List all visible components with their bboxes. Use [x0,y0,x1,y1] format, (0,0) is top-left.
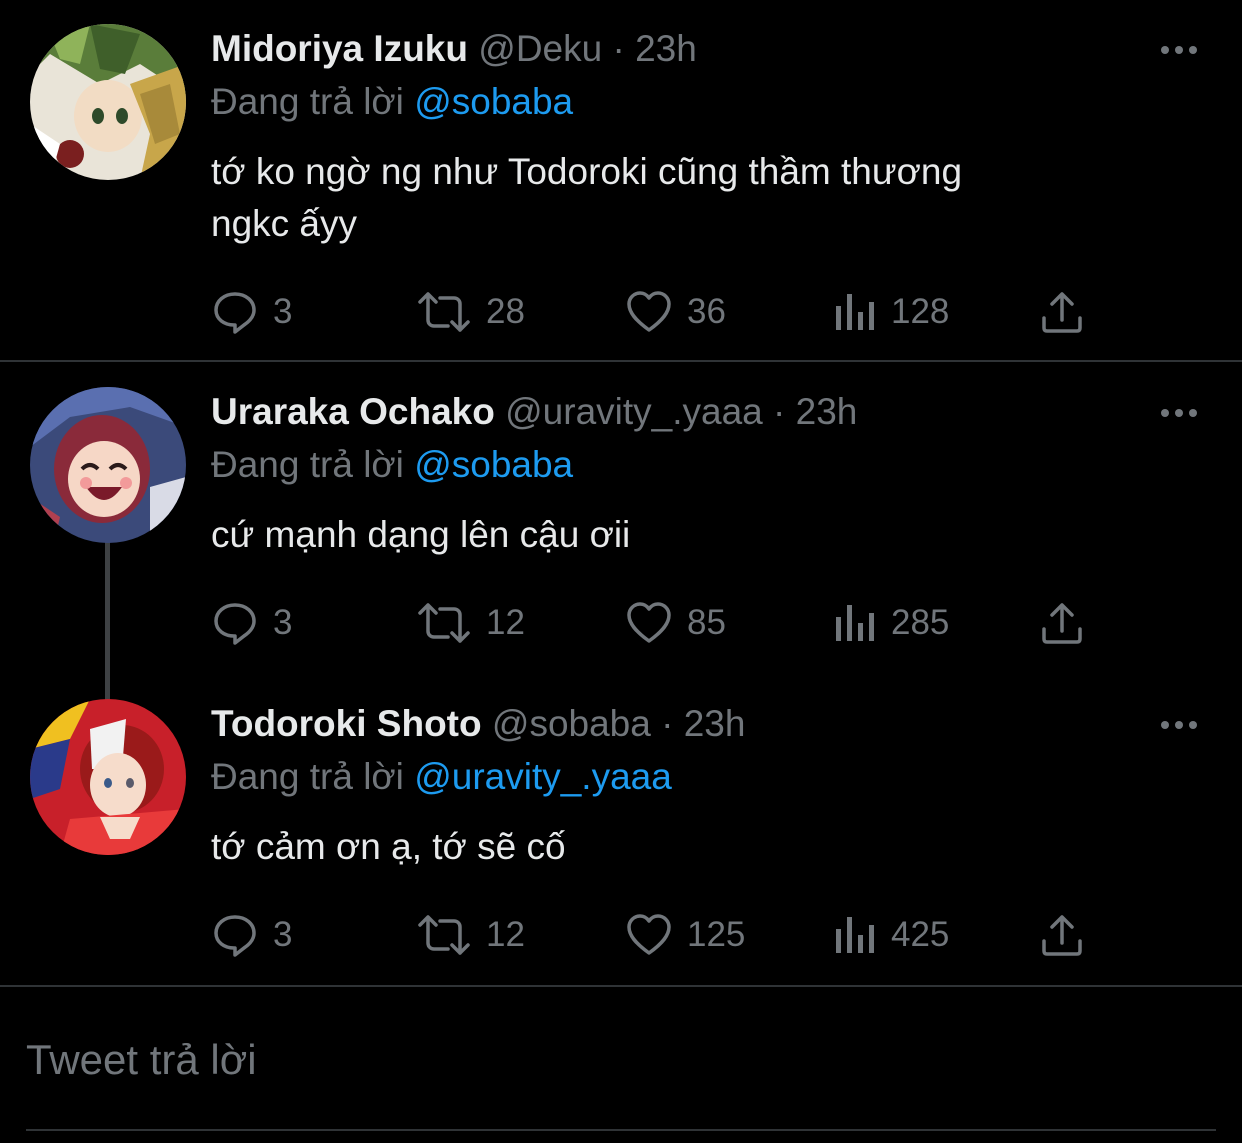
like-button[interactable]: 125 [625,910,745,960]
views-button[interactable]: 128 [833,287,949,337]
retweet-icon [418,292,470,332]
tweet-text: cứ mạnh dạng lên cậu ơii [211,509,1191,561]
replying-to: Đang trả lời @sobaba [211,440,573,490]
retweet-button[interactable]: 12 [416,598,525,648]
views-icon [836,605,874,641]
avatar[interactable] [30,24,186,180]
timestamp[interactable]: 23h [796,391,858,432]
tweet-text: tớ ko ngờ ng như Todoroki cũng thầm thươ… [211,146,1191,250]
views-button[interactable]: 425 [833,910,949,960]
share-icon [1042,603,1082,644]
mention-link[interactable]: @uravity_.yaaa [414,756,672,797]
reply-count: 3 [273,603,293,642]
heart-icon [627,602,671,643]
share-icon [1042,292,1082,333]
action-bar: 3 12 125 425 [211,910,1111,960]
views-icon [836,917,874,953]
retweet-count: 12 [486,915,525,954]
tweet-text-line: tớ cảm ơn ạ, tớ sẽ cố [211,826,566,867]
display-name[interactable]: Midoriya Izuku [211,28,468,69]
retweet-button[interactable]: 12 [416,910,525,960]
views-icon [836,294,874,330]
like-button[interactable]: 85 [625,598,726,648]
tweet-header: Todoroki Shoto @sobaba · 23h [211,699,745,749]
avatar[interactable] [30,699,186,855]
replying-prefix: Đang trả lời [211,756,404,797]
more-icon[interactable] [1158,401,1200,425]
share-icon [1042,915,1082,956]
retweet-button[interactable]: 28 [416,287,525,337]
reply-button[interactable]: 3 [211,598,292,648]
tweet-text-line: ngkc ấyy [211,203,358,244]
display-name[interactable]: Uraraka Ochako [211,391,495,432]
tweet-header: Uraraka Ochako @uravity_.yaaa · 23h [211,387,857,437]
retweet-count: 28 [486,292,525,331]
share-button[interactable] [1040,910,1084,960]
views-count: 128 [891,292,950,331]
avatar[interactable] [30,387,186,543]
reply-count: 3 [273,292,293,331]
views-count: 285 [891,603,950,642]
retweet-count: 12 [486,603,525,642]
like-count: 85 [687,603,726,642]
more-icon[interactable] [1158,713,1200,737]
retweet-icon [418,603,470,643]
reply-button[interactable]: 3 [211,287,292,337]
heart-icon [627,291,671,332]
user-handle[interactable]: @Deku [478,28,602,69]
separator: · [773,391,786,432]
replying-to: Đang trả lời @uravity_.yaaa [211,752,672,802]
tweet-midoriya[interactable]: Midoriya Izuku @Deku · 23h Đang trả lời … [0,0,1242,360]
timestamp[interactable]: 23h [684,703,746,744]
divider [0,360,1242,362]
reply-button[interactable]: 3 [211,910,292,960]
like-count: 125 [687,915,746,954]
replying-to: Đang trả lời @sobaba [211,77,573,127]
share-button[interactable] [1040,287,1084,337]
mention-link[interactable]: @sobaba [414,444,573,485]
views-count: 425 [891,915,950,954]
action-bar: 3 28 36 128 [211,287,1111,337]
divider [0,985,1242,987]
separator: · [612,28,625,69]
reply-icon [214,915,256,957]
tweet-text: tớ cảm ơn ạ, tớ sẽ cố [211,821,1191,873]
retweet-icon [418,915,470,955]
views-button[interactable]: 285 [833,598,949,648]
reply-icon [214,603,256,645]
reply-icon [214,292,256,334]
reply-count: 3 [273,915,293,954]
display-name[interactable]: Todoroki Shoto [211,703,482,744]
tweet-text-line: cứ mạnh dạng lên cậu ơii [211,514,631,555]
replying-prefix: Đang trả lời [211,81,404,122]
more-icon[interactable] [1158,38,1200,62]
action-bar: 3 12 85 285 [211,598,1111,648]
tweet-todoroki[interactable]: Todoroki Shoto @sobaba · 23h Đang trả lờ… [0,675,1242,985]
timestamp[interactable]: 23h [635,28,697,69]
heart-icon [627,914,671,955]
mention-link[interactable]: @sobaba [414,81,573,122]
tweet-header: Midoriya Izuku @Deku · 23h [211,24,697,74]
replying-prefix: Đang trả lời [211,444,404,485]
like-button[interactable]: 36 [625,287,726,337]
user-handle[interactable]: @sobaba [492,703,651,744]
user-handle[interactable]: @uravity_.yaaa [505,391,763,432]
share-button[interactable] [1040,598,1084,648]
like-count: 36 [687,292,726,331]
separator: · [661,703,674,744]
tweet-uraraka[interactable]: Uraraka Ochako @uravity_.yaaa · 23h Đang… [0,363,1242,673]
reply-input[interactable]: Tweet trả lời [26,1034,257,1086]
divider [26,1129,1216,1131]
tweet-text-line: tớ ko ngờ ng như Todoroki cũng thầm thươ… [211,151,963,192]
